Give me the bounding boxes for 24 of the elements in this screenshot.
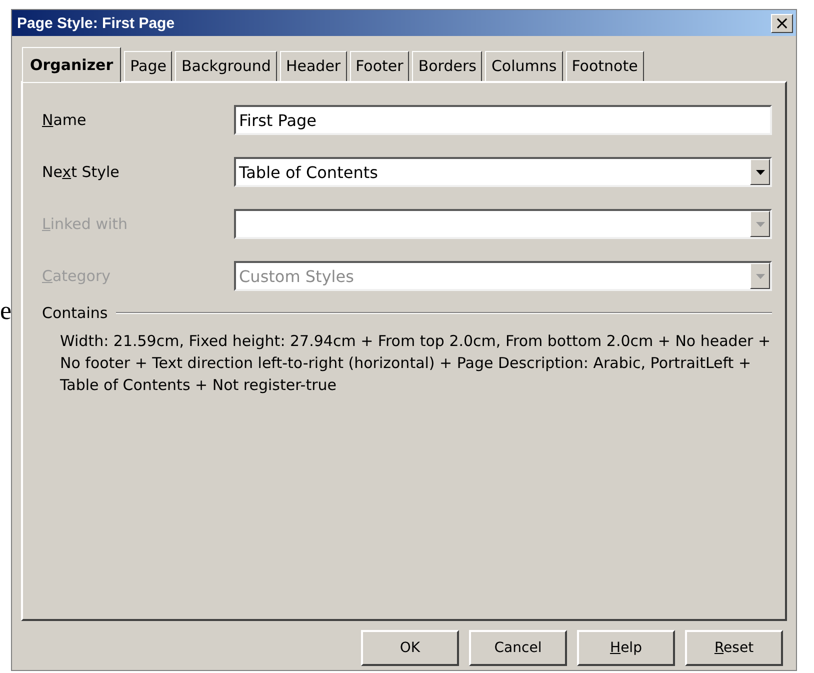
- section-heading: Contains: [42, 304, 108, 322]
- dialog-button[interactable]: OK: [361, 630, 459, 666]
- dialog-button[interactable]: Reset: [685, 630, 783, 666]
- field-label: Category: [42, 267, 112, 285]
- name-field[interactable]: First Page: [234, 105, 772, 135]
- field-label: Linked with: [42, 215, 129, 233]
- tab[interactable]: Background: [175, 51, 277, 81]
- field-label: Next Style: [42, 163, 120, 181]
- dialog-button[interactable]: Help: [577, 630, 675, 666]
- tab[interactable]: Columns: [485, 51, 563, 81]
- tab[interactable]: Organizer: [22, 47, 122, 82]
- dialog-button[interactable]: Cancel: [469, 630, 567, 666]
- tab[interactable]: Borders: [412, 51, 482, 81]
- tab[interactable]: Footer: [350, 51, 410, 81]
- dropdown-field[interactable]: Table of Contents: [234, 157, 772, 187]
- window-title: Page Style: First Page: [17, 14, 175, 32]
- tab[interactable]: Page: [124, 51, 172, 81]
- field-label: Name: [42, 111, 88, 129]
- tab[interactable]: Footnote: [566, 51, 644, 81]
- close-button[interactable]: ×: [771, 14, 793, 32]
- style-description: Width: 21.59cm, Fixed height: 27.94cm + From top 2.0cm, From bottom 2.0cm + No header + No footer + Text direction left-to-right (horizontal) + Page Description: Arabic, PortraitLeft + Table of Contents + Not register-true: [60, 331, 772, 396]
- tab[interactable]: Header: [280, 51, 347, 81]
- dropdown-field[interactable]: [234, 209, 772, 239]
- background-text: e: [0, 296, 12, 326]
